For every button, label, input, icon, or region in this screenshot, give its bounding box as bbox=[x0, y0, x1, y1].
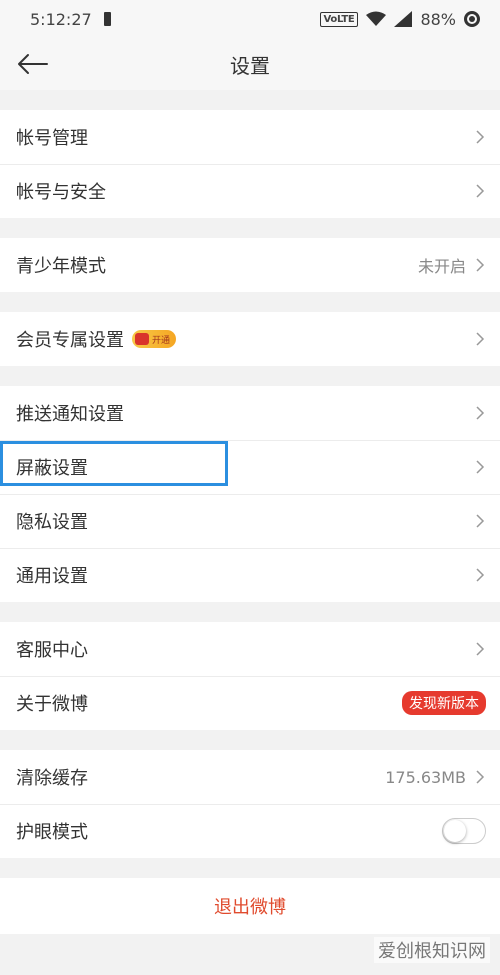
setting-value: 未开启 bbox=[417, 257, 466, 276]
setting-push-notifications[interactable]: 推送通知设置 bbox=[0, 386, 500, 440]
setting-eye-protection: 护眼模式 bbox=[0, 804, 500, 858]
setting-label: 清除缓存 bbox=[16, 768, 88, 789]
setting-vip[interactable]: 会员专属设置 开通 bbox=[0, 312, 500, 366]
setting-label: 客服中心 bbox=[16, 640, 88, 661]
status-time: 5:12:27 bbox=[30, 9, 92, 29]
setting-general[interactable]: 通用设置 bbox=[0, 548, 500, 602]
setting-label: 推送通知设置 bbox=[16, 404, 124, 425]
settings-group-vip: 会员专属设置 开通 bbox=[0, 312, 500, 366]
settings-group-general: 推送通知设置 屏蔽设置 隐私设置 通用设置 bbox=[0, 386, 500, 602]
setting-privacy[interactable]: 隐私设置 bbox=[0, 494, 500, 548]
eye-protection-toggle[interactable] bbox=[442, 818, 486, 844]
watermark: 爱创根知识网 bbox=[374, 937, 490, 963]
settings-group-support: 客服中心 关于微博 发现新版本 bbox=[0, 622, 500, 730]
settings-group-youth: 青少年模式 未开启 bbox=[0, 238, 500, 292]
wifi-icon bbox=[366, 11, 387, 26]
setting-block[interactable]: 屏蔽设置 bbox=[0, 440, 500, 494]
back-arrow-icon bbox=[18, 54, 48, 74]
setting-label: 会员专属设置 bbox=[16, 330, 124, 351]
chevron-right-icon bbox=[476, 332, 485, 346]
setting-label: 帐号管理 bbox=[16, 128, 88, 149]
setting-label: 屏蔽设置 bbox=[16, 458, 88, 479]
chevron-right-icon bbox=[476, 258, 485, 272]
back-button[interactable] bbox=[14, 48, 50, 80]
vip-crown-icon bbox=[135, 333, 149, 345]
setting-label: 关于微博 bbox=[16, 694, 88, 715]
setting-label: 隐私设置 bbox=[16, 512, 88, 533]
vip-badge-text: 开通 bbox=[152, 335, 171, 346]
setting-label: 护眼模式 bbox=[16, 822, 88, 843]
volte-icon: VoLTE bbox=[319, 11, 359, 27]
chevron-right-icon bbox=[476, 642, 485, 656]
chevron-right-icon bbox=[476, 130, 485, 144]
signal-icon bbox=[394, 11, 413, 27]
status-bar: 5:12:27 VoLTE 88% bbox=[0, 0, 500, 38]
chevron-right-icon bbox=[476, 460, 485, 474]
sim-icon bbox=[103, 12, 111, 26]
chevron-right-icon bbox=[476, 406, 485, 420]
setting-about[interactable]: 关于微博 发现新版本 bbox=[0, 676, 500, 730]
app-header: 设置 bbox=[0, 38, 500, 90]
setting-account-management[interactable]: 帐号管理 bbox=[0, 110, 500, 164]
chevron-right-icon bbox=[476, 568, 485, 582]
vip-badge: 开通 bbox=[132, 330, 177, 348]
new-version-badge: 发现新版本 bbox=[402, 691, 486, 715]
battery-percent: 88% bbox=[420, 9, 456, 29]
setting-customer-service[interactable]: 客服中心 bbox=[0, 622, 500, 676]
chevron-right-icon bbox=[476, 770, 485, 784]
setting-label: 帐号与安全 bbox=[16, 182, 106, 203]
setting-account-security[interactable]: 帐号与安全 bbox=[0, 164, 500, 218]
settings-group-account: 帐号管理 帐号与安全 bbox=[0, 110, 500, 218]
setting-clear-cache[interactable]: 清除缓存 175.63MB bbox=[0, 750, 500, 804]
setting-label: 通用设置 bbox=[16, 566, 88, 587]
setting-label: 青少年模式 bbox=[16, 256, 106, 277]
setting-value: 175.63MB bbox=[385, 767, 466, 787]
page-title: 设置 bbox=[230, 53, 270, 78]
chevron-right-icon bbox=[476, 514, 485, 528]
settings-group-misc: 清除缓存 175.63MB 护眼模式 bbox=[0, 750, 500, 858]
toggle-knob bbox=[444, 820, 466, 842]
logout-button[interactable]: 退出微博 bbox=[0, 878, 500, 934]
battery-icon bbox=[464, 11, 480, 27]
setting-youth-mode[interactable]: 青少年模式 未开启 bbox=[0, 238, 500, 292]
chevron-right-icon bbox=[476, 184, 485, 198]
